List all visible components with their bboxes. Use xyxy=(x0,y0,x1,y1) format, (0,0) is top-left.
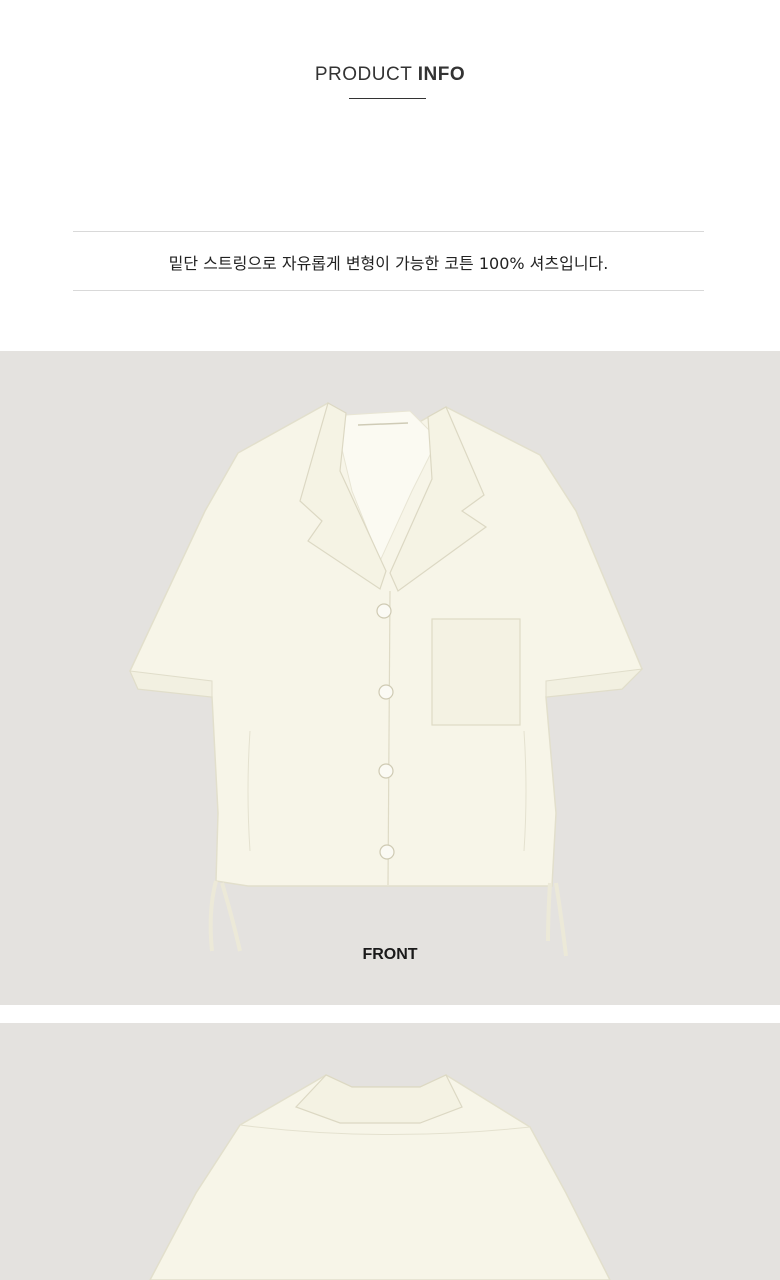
product-description: 밑단 스트링으로 자유롭게 변형이 가능한 코튼 100% 셔츠입니다. xyxy=(168,254,609,273)
title-underline xyxy=(349,98,426,99)
title-bold: INFO xyxy=(417,64,466,85)
title-light: PRODUCT xyxy=(314,64,412,85)
product-info-header: PRODUCT INFO 밑단 스트링으로 자유롭게 변형이 가능한 코튼 10… xyxy=(0,0,780,351)
back-photo xyxy=(0,1023,780,1280)
shirt-back-illustration xyxy=(149,1074,611,1280)
front-photo xyxy=(0,351,780,1005)
section-title: PRODUCT INFO xyxy=(0,64,780,86)
shirt-front-illustration xyxy=(129,402,644,957)
divider-bottom xyxy=(73,290,704,291)
divider-top xyxy=(73,231,704,232)
front-label: FRONT xyxy=(362,946,418,963)
